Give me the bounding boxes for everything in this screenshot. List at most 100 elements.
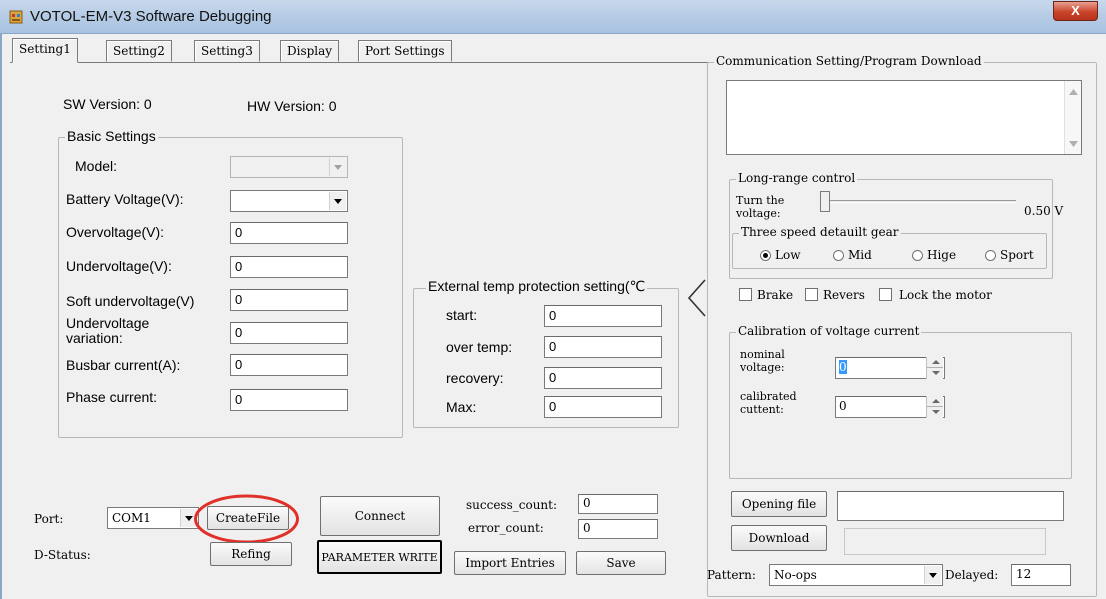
over-temp-label: over temp:: [446, 339, 513, 355]
port-value: COM1: [112, 511, 151, 525]
download-button[interactable]: Download: [731, 525, 827, 551]
nominal-voltage-label-2: voltage:: [740, 361, 785, 374]
spin-down-icon[interactable]: [932, 371, 940, 375]
opening-file-button[interactable]: Opening file: [731, 491, 827, 517]
comm-settings-title: Communication Setting/Program Download: [714, 54, 984, 68]
overvoltage-input[interactable]: 0: [230, 222, 348, 244]
delayed-label: Delayed:: [945, 568, 999, 582]
success-count-label: success_count:: [466, 498, 558, 512]
calibration-title: Calibration of voltage current: [736, 324, 922, 338]
phase-current-input[interactable]: 0: [230, 389, 348, 411]
chevron-down-icon[interactable]: [924, 566, 941, 584]
phase-current-label: Phase current:: [66, 389, 158, 405]
gear-sport-radio[interactable]: [985, 250, 996, 261]
app-icon: [9, 10, 23, 24]
tab-port-settings[interactable]: Port Settings: [358, 40, 452, 62]
soft-undervoltage-input[interactable]: 0: [230, 289, 348, 311]
over-temp-input[interactable]: 0: [544, 336, 662, 358]
overvoltage-label: Overvoltage(V):: [66, 224, 165, 240]
connect-button[interactable]: Connect: [320, 496, 440, 536]
port-label: Port:: [34, 512, 64, 526]
temp-start-label: start:: [446, 307, 478, 323]
error-count-label: error_count:: [468, 521, 544, 535]
pattern-select[interactable]: No-ops: [769, 564, 943, 586]
gear-hige-radio[interactable]: [912, 250, 923, 261]
d-status-label: D-Status:: [34, 548, 91, 562]
model-label: Model:: [75, 158, 118, 174]
undervoltage-variation-input[interactable]: 0: [230, 322, 348, 344]
voltage-slider-track[interactable]: [826, 200, 1016, 203]
spin-up-icon[interactable]: [932, 399, 940, 403]
calibrated-current-label-2: cuttent:: [740, 403, 784, 416]
busbar-current-input[interactable]: 0: [230, 354, 348, 376]
gear-low-radio[interactable]: [760, 250, 771, 261]
comm-log-scrollbar[interactable]: [1064, 81, 1081, 154]
spin-up-icon[interactable]: [932, 360, 940, 364]
tab-panel-border: [10, 62, 708, 63]
error-count-input[interactable]: 0: [578, 519, 658, 539]
brake-label[interactable]: Brake: [757, 288, 793, 302]
close-button[interactable]: X: [1053, 1, 1098, 21]
basic-settings-title: Basic Settings: [65, 128, 158, 144]
parameter-write-button[interactable]: PARAMETER WRITE: [317, 540, 442, 574]
nominal-voltage-spinner[interactable]: [926, 357, 943, 379]
import-entries-button[interactable]: Import Entries: [454, 551, 566, 575]
scroll-up-icon[interactable]: [1069, 89, 1078, 95]
sw-version-label: SW Version: 0: [63, 96, 152, 112]
title-bar: VOTOL-EM-V3 Software Debugging X: [0, 0, 1106, 34]
port-select[interactable]: COM1: [107, 507, 199, 529]
nominal-voltage-label: nominal: [740, 348, 785, 361]
nominal-voltage-value: 0: [839, 360, 847, 374]
refing-button[interactable]: Refing: [210, 542, 292, 566]
turn-voltage-label-2: voltage:: [736, 207, 781, 220]
delayed-input[interactable]: 12: [1011, 564, 1071, 586]
gear-mid-radio[interactable]: [833, 250, 844, 261]
comm-log-textarea[interactable]: [726, 80, 1082, 155]
save-button[interactable]: Save: [576, 551, 666, 575]
undervoltage-label: Undervoltage(V):: [66, 258, 172, 274]
busbar-current-label: Busbar current(A):: [66, 357, 181, 373]
chevron-down-icon: [329, 158, 346, 176]
temp-start-input[interactable]: 0: [544, 305, 662, 327]
spin-down-icon[interactable]: [932, 410, 940, 414]
undervoltage-variation-label-2: variation:: [66, 330, 123, 346]
calibrated-current-spinner[interactable]: [926, 396, 943, 418]
gear-low-label[interactable]: Low: [775, 248, 800, 262]
voltage-value: 0.50 V: [1024, 204, 1064, 218]
gear-sport-label[interactable]: Sport: [1000, 248, 1034, 262]
reverse-checkbox[interactable]: [805, 288, 818, 301]
lock-motor-label[interactable]: Lock the motor: [899, 288, 1003, 302]
collapse-panel-icon[interactable]: [686, 278, 708, 318]
tab-display[interactable]: Display: [280, 40, 340, 62]
lock-motor-checkbox[interactable]: [879, 288, 892, 301]
file-path-input[interactable]: [837, 491, 1064, 521]
gear-mid-label[interactable]: Mid: [848, 248, 872, 262]
turn-voltage-label: Turn the: [736, 194, 785, 207]
tab-setting3[interactable]: Setting3: [194, 40, 260, 62]
long-range-title: Long-range control: [736, 171, 858, 185]
undervoltage-input[interactable]: 0: [230, 256, 348, 278]
brake-checkbox[interactable]: [739, 288, 752, 301]
gear-hige-label[interactable]: Hige: [927, 248, 956, 262]
tab-setting1[interactable]: Setting1: [12, 38, 78, 63]
model-select: [230, 156, 348, 178]
max-input[interactable]: 0: [544, 396, 662, 418]
temp-protection-title: External temp protection setting(℃: [426, 278, 648, 295]
hw-version-label: HW Version: 0: [247, 98, 337, 114]
recovery-label: recovery:: [446, 370, 504, 386]
battery-voltage-select[interactable]: [230, 190, 348, 212]
pattern-label: Pattern:: [707, 568, 756, 582]
battery-voltage-label: Battery Voltage(V):: [66, 191, 184, 207]
voltage-slider-thumb[interactable]: [820, 191, 830, 212]
tab-setting2[interactable]: Setting2: [106, 40, 172, 62]
max-label: Max:: [446, 399, 477, 415]
reverse-label[interactable]: Revers: [823, 288, 877, 302]
scroll-down-icon[interactable]: [1069, 141, 1078, 147]
undervoltage-variation-label: Undervoltage: [66, 315, 150, 331]
success-count-input[interactable]: 0: [578, 494, 658, 514]
chevron-down-icon[interactable]: [329, 192, 346, 210]
calibrated-current-label: calibrated: [740, 390, 797, 403]
pattern-value: No-ops: [774, 568, 817, 582]
soft-undervoltage-label: Soft undervoltage(V): [66, 293, 195, 309]
recovery-input[interactable]: 0: [544, 367, 662, 389]
